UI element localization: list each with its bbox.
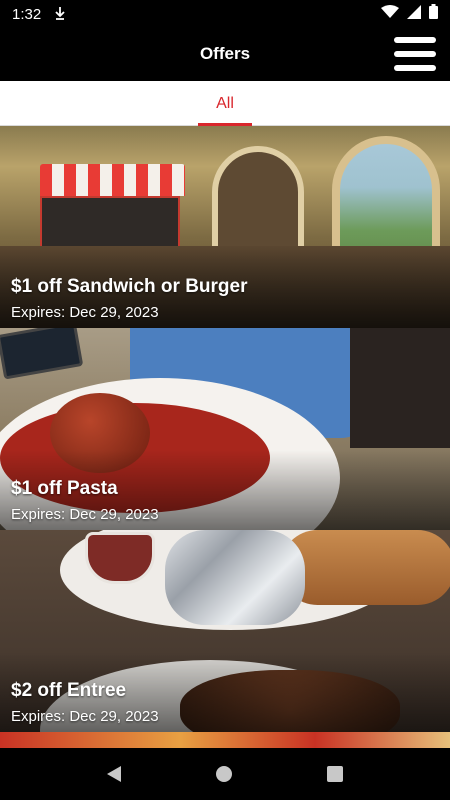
signal-icon bbox=[407, 4, 421, 24]
offer-title: $1 off Pasta bbox=[11, 478, 118, 499]
tab-all[interactable]: All bbox=[198, 81, 252, 126]
status-bar: 1:32 bbox=[0, 0, 450, 28]
download-icon bbox=[55, 7, 65, 21]
offer-card-pasta[interactable]: $1 off Pasta Expires: Dec 29, 2023 bbox=[0, 328, 450, 530]
app-bar: Offers bbox=[0, 28, 450, 81]
offer-card-partial[interactable] bbox=[0, 732, 450, 748]
system-nav-bar bbox=[0, 748, 450, 800]
back-icon[interactable] bbox=[107, 766, 122, 782]
offers-list: $1 off Sandwich or Burger Expires: Dec 2… bbox=[0, 126, 450, 748]
page-title: Offers bbox=[199, 44, 251, 63]
wifi-icon bbox=[381, 4, 399, 24]
battery-icon bbox=[429, 4, 438, 24]
home-icon[interactable] bbox=[215, 766, 232, 782]
offer-expiry: Expires: Dec 29, 2023 bbox=[11, 506, 159, 523]
offer-expiry: Expires: Dec 29, 2023 bbox=[11, 304, 159, 321]
recent-apps-icon[interactable] bbox=[326, 766, 343, 782]
hamburger-menu-icon[interactable] bbox=[394, 37, 436, 71]
offer-title: $2 off Entree bbox=[11, 680, 127, 701]
status-icons bbox=[381, 4, 438, 24]
status-time: 1:32 bbox=[12, 5, 42, 23]
tab-bar: All bbox=[0, 81, 450, 126]
offer-expiry: Expires: Dec 29, 2023 bbox=[11, 708, 159, 725]
offer-title: $1 off Sandwich or Burger bbox=[11, 276, 248, 297]
offer-card-entree[interactable]: $2 off Entree Expires: Dec 29, 2023 bbox=[0, 530, 450, 732]
offer-card-sandwich[interactable]: $1 off Sandwich or Burger Expires: Dec 2… bbox=[0, 126, 450, 328]
